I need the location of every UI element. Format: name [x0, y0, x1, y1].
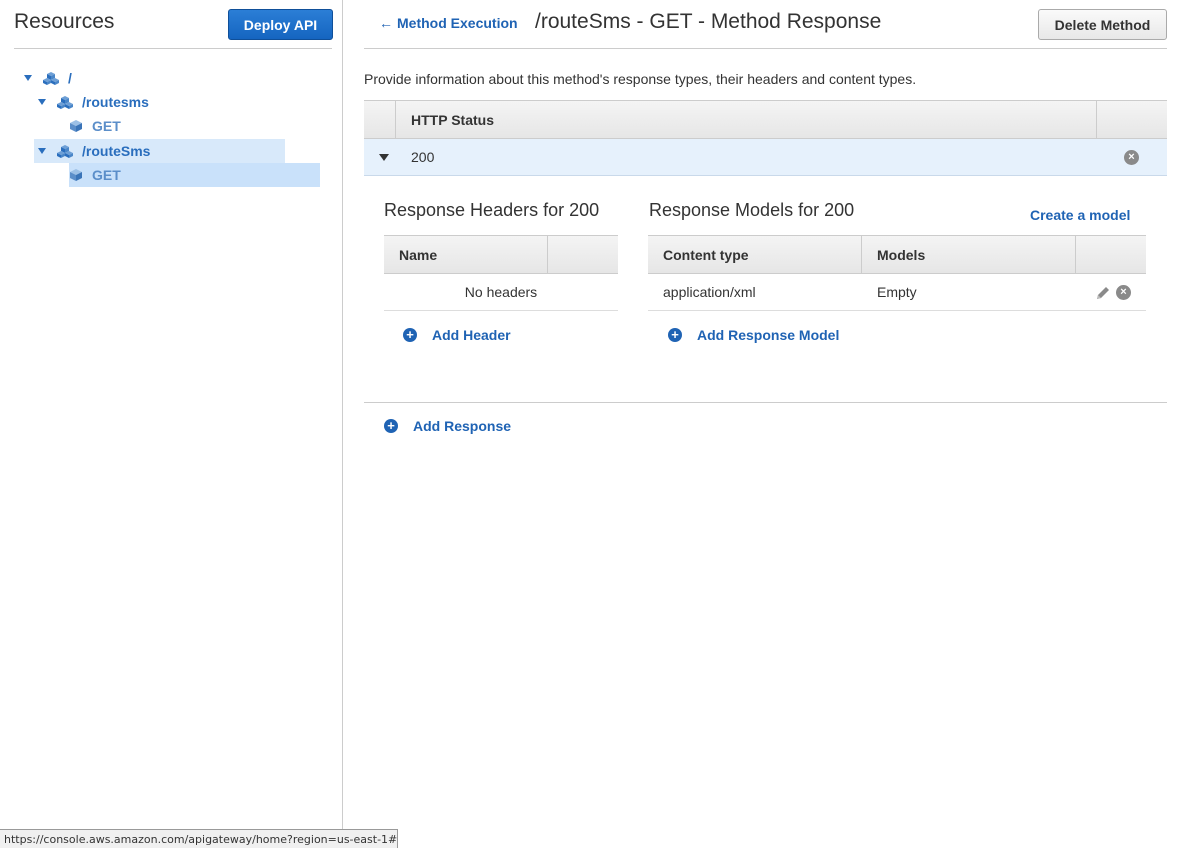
models-column-header: Models: [877, 247, 926, 263]
no-headers-text: No headers: [464, 284, 538, 300]
expand-caret-icon[interactable]: [379, 154, 389, 161]
resource-icon: [43, 72, 59, 85]
header-cell: [364, 101, 396, 138]
http-status-header: HTTP Status: [411, 112, 494, 128]
response-headers-table: Name No headers: [384, 235, 618, 311]
http-status-table: HTTP Status 200 ×: [364, 100, 1167, 176]
table-header: Content type Models: [648, 235, 1146, 274]
remove-status-icon[interactable]: ×: [1124, 150, 1139, 165]
add-response-link[interactable]: + Add Response: [384, 418, 511, 434]
table-header: Name: [384, 235, 618, 274]
response-headers-title: Response Headers for 200: [384, 200, 600, 220]
deploy-api-button[interactable]: Deploy API: [228, 9, 333, 40]
caret-down-icon[interactable]: [38, 99, 46, 105]
method-execution-link[interactable]: ← Method Execution: [379, 15, 518, 31]
tree-item-label[interactable]: /routeSms: [82, 143, 150, 159]
table-row[interactable]: 200 ×: [364, 139, 1167, 176]
caret-down-icon[interactable]: [38, 148, 46, 154]
table-row: No headers: [384, 274, 618, 311]
tree-item-routeSms-get[interactable]: GET: [69, 163, 320, 187]
plus-circle-icon: +: [384, 419, 398, 433]
method-cube-icon: [70, 120, 82, 132]
plus-circle-icon: +: [668, 328, 682, 342]
tree-item-routesms[interactable]: /routesms: [38, 90, 149, 114]
page-description: Provide information about this method's …: [364, 71, 917, 87]
content-type-cell: application/xml: [663, 284, 756, 300]
resources-panel: Resources Deploy API / /routesms GET /ro…: [0, 0, 343, 848]
caret-down-icon[interactable]: [24, 75, 32, 81]
remove-model-icon[interactable]: ×: [1116, 285, 1131, 300]
column-divider: [861, 236, 862, 273]
table-row: application/xml Empty: [648, 274, 1146, 311]
table-header: HTTP Status: [364, 100, 1167, 139]
model-cell: Empty: [877, 284, 917, 300]
delete-method-button[interactable]: Delete Method: [1038, 9, 1167, 40]
back-link-label[interactable]: Method Execution: [397, 15, 518, 31]
column-divider: [547, 236, 548, 273]
response-models-title: Response Models for 200: [649, 200, 855, 220]
tree-item-label[interactable]: GET: [92, 167, 121, 183]
content-type-column-header: Content type: [663, 247, 749, 263]
tree-item-root[interactable]: /: [24, 66, 72, 90]
divider: [364, 402, 1167, 403]
divider: [364, 48, 1167, 49]
page-title: /routeSms - GET - Method Response: [535, 10, 882, 33]
resource-icon: [57, 145, 73, 158]
status-code: 200: [411, 149, 435, 165]
resources-title: Resources: [14, 10, 115, 33]
response-models-table: Content type Models application/xml Empt…: [648, 235, 1146, 311]
tree-item-label[interactable]: GET: [92, 118, 121, 134]
tree-item-label[interactable]: /: [68, 70, 72, 86]
add-response-model-link[interactable]: + Add Response Model: [668, 327, 839, 343]
method-cube-icon: [70, 169, 82, 181]
column-divider: [1075, 236, 1076, 273]
add-header-link[interactable]: + Add Header: [403, 327, 511, 343]
plus-circle-icon: +: [403, 328, 417, 342]
browser-status-bar: https://console.aws.amazon.com/apigatewa…: [0, 829, 398, 848]
add-response-model-label[interactable]: Add Response Model: [697, 327, 839, 343]
create-model-link[interactable]: Create a model: [1030, 207, 1130, 223]
resource-icon: [57, 96, 73, 109]
arrow-left-icon: ←: [379, 15, 393, 31]
tree-item-routesms-get[interactable]: GET: [70, 114, 121, 138]
header-cell: [1096, 101, 1097, 138]
edit-pencil-icon[interactable]: [1095, 285, 1111, 301]
add-header-label[interactable]: Add Header: [432, 327, 511, 343]
tree-item-routeSms[interactable]: /routeSms: [34, 139, 285, 163]
add-response-label[interactable]: Add Response: [413, 418, 511, 434]
name-column-header: Name: [399, 247, 438, 263]
divider: [14, 48, 332, 49]
tree-item-label[interactable]: /routesms: [82, 94, 149, 110]
